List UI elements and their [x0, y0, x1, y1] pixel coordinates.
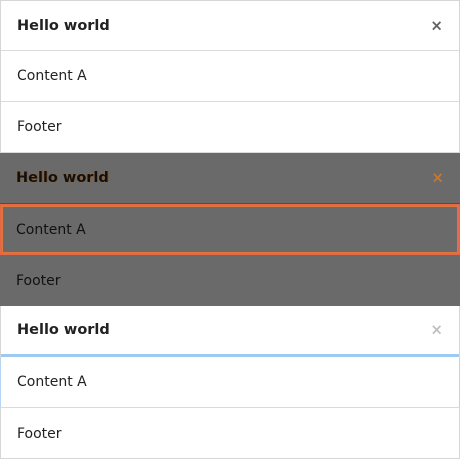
panel-default: Hello world × Content A Footer: [0, 0, 460, 153]
panel-focused: Hello world × Content A Footer: [0, 306, 460, 459]
panel-title: Hello world: [17, 322, 110, 338]
panel-content: Content A: [1, 51, 459, 102]
content-label: Content A: [17, 374, 87, 390]
panel-footer: Footer: [0, 255, 460, 306]
panel-content[interactable]: Content A: [0, 357, 460, 408]
footer-label: Footer: [17, 119, 62, 135]
close-icon[interactable]: ×: [431, 170, 444, 186]
panel-footer: Footer: [1, 408, 459, 459]
panel-stack: Hello world × Content A Footer Hello wor…: [0, 0, 460, 459]
panel-header: Hello world ×: [1, 306, 459, 357]
close-icon[interactable]: ×: [430, 18, 443, 33]
panel-title: Hello world: [17, 17, 110, 34]
panel-title: Hello world: [16, 170, 109, 186]
panel-overlay: Hello world × Content A Footer: [0, 153, 460, 306]
panel-footer: Footer: [1, 102, 459, 153]
close-icon[interactable]: ×: [430, 322, 443, 338]
panel-header: Hello world ×: [0, 153, 460, 204]
panel-content[interactable]: Content A: [0, 204, 460, 255]
panel-header: Hello world ×: [1, 0, 459, 51]
footer-label: Footer: [16, 272, 61, 289]
content-label: Content A: [17, 68, 87, 84]
content-label: Content A: [16, 221, 86, 238]
footer-label: Footer: [17, 425, 62, 442]
